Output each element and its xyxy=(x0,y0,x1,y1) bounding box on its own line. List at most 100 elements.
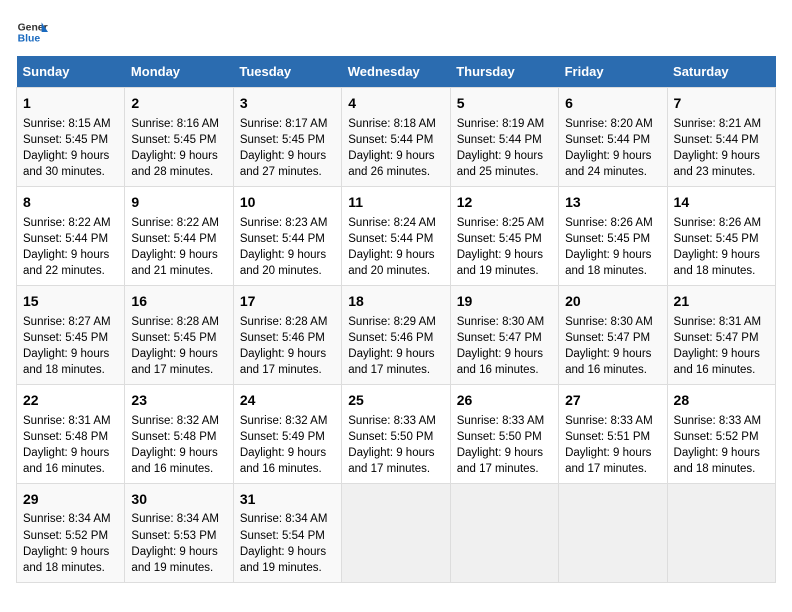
sunrise-text: Sunrise: 8:21 AM xyxy=(674,118,762,130)
sunrise-text: Sunrise: 8:16 AM xyxy=(131,118,219,130)
calendar-cell: 3Sunrise: 8:17 AMSunset: 5:45 PMDaylight… xyxy=(233,88,341,187)
calendar-cell: 13Sunrise: 8:26 AMSunset: 5:45 PMDayligh… xyxy=(559,186,667,285)
sunset-text: Sunset: 5:46 PM xyxy=(240,332,325,344)
sunrise-text: Sunrise: 8:31 AM xyxy=(674,316,762,328)
sunset-text: Sunset: 5:45 PM xyxy=(457,233,542,245)
sunset-text: Sunset: 5:45 PM xyxy=(674,233,759,245)
day-number: 2 xyxy=(131,94,226,114)
calendar-cell: 26Sunrise: 8:33 AMSunset: 5:50 PMDayligh… xyxy=(450,384,558,483)
daylight-text: Daylight: 9 hours and 21 minutes. xyxy=(131,249,217,277)
day-number: 22 xyxy=(23,391,118,411)
daylight-text: Daylight: 9 hours and 18 minutes. xyxy=(674,249,760,277)
calendar-cell: 9Sunrise: 8:22 AMSunset: 5:44 PMDaylight… xyxy=(125,186,233,285)
sunset-text: Sunset: 5:45 PM xyxy=(565,233,650,245)
calendar-cell: 11Sunrise: 8:24 AMSunset: 5:44 PMDayligh… xyxy=(342,186,450,285)
calendar-cell: 1Sunrise: 8:15 AMSunset: 5:45 PMDaylight… xyxy=(17,88,125,187)
daylight-text: Daylight: 9 hours and 17 minutes. xyxy=(348,447,434,475)
sunrise-text: Sunrise: 8:34 AM xyxy=(23,513,111,525)
sunset-text: Sunset: 5:44 PM xyxy=(348,134,433,146)
daylight-text: Daylight: 9 hours and 18 minutes. xyxy=(565,249,651,277)
calendar-cell: 12Sunrise: 8:25 AMSunset: 5:45 PMDayligh… xyxy=(450,186,558,285)
daylight-text: Daylight: 9 hours and 28 minutes. xyxy=(131,150,217,178)
daylight-text: Daylight: 9 hours and 18 minutes. xyxy=(23,546,109,574)
calendar-week-3: 15 Sunrise: 8:27 AM Sunset: 5:45 PM Dayligh… xyxy=(17,285,776,384)
calendar-cell: 18 Sunrise: 8:29 AM Sunset: 5:46 PM Dayligh… xyxy=(342,285,450,384)
calendar-cell: 31Sunrise: 8:34 AMSunset: 5:54 PMDayligh… xyxy=(233,483,341,582)
calendar-cell: 15 Sunrise: 8:27 AM Sunset: 5:45 PM Dayligh… xyxy=(17,285,125,384)
daylight-text: Daylight: 9 hours and 16 minutes. xyxy=(240,447,326,475)
daylight-text: Daylight: 9 hours and 16 minutes. xyxy=(457,348,543,376)
calendar-header: SundayMondayTuesdayWednesdayThursdayFrid… xyxy=(17,56,776,88)
daylight-text: Daylight: 9 hours and 27 minutes. xyxy=(240,150,326,178)
calendar-cell: 4Sunrise: 8:18 AMSunset: 5:44 PMDaylight… xyxy=(342,88,450,187)
calendar-cell: 24Sunrise: 8:32 AMSunset: 5:49 PMDayligh… xyxy=(233,384,341,483)
calendar-body: 1Sunrise: 8:15 AMSunset: 5:45 PMDaylight… xyxy=(17,88,776,583)
sunrise-text: Sunrise: 8:28 AM xyxy=(240,316,328,328)
calendar-week-5: 29Sunrise: 8:34 AMSunset: 5:52 PMDayligh… xyxy=(17,483,776,582)
calendar-cell xyxy=(342,483,450,582)
calendar-cell: 16Sunrise: 8:28 AMSunset: 5:45 PMDayligh… xyxy=(125,285,233,384)
calendar-week-1: 1Sunrise: 8:15 AMSunset: 5:45 PMDaylight… xyxy=(17,88,776,187)
daylight-text: Daylight: 9 hours and 16 minutes. xyxy=(674,348,760,376)
daylight-text: Daylight: 9 hours and 16 minutes. xyxy=(23,447,109,475)
calendar-table: SundayMondayTuesdayWednesdayThursdayFrid… xyxy=(16,56,776,583)
calendar-cell: 14Sunrise: 8:26 AMSunset: 5:45 PMDayligh… xyxy=(667,186,775,285)
sunset-text: Sunset: 5:44 PM xyxy=(240,233,325,245)
day-number: 27 xyxy=(565,391,660,411)
day-number: 26 xyxy=(457,391,552,411)
day-number: 11 xyxy=(348,193,443,213)
calendar-week-4: 22Sunrise: 8:31 AMSunset: 5:48 PMDayligh… xyxy=(17,384,776,483)
day-number: 24 xyxy=(240,391,335,411)
sunrise-text: Sunrise: 8:32 AM xyxy=(240,415,328,427)
sunset-text: Sunset: 5:44 PM xyxy=(457,134,542,146)
daylight-text: Daylight: 9 hours and 20 minutes. xyxy=(348,249,434,277)
header-day-wednesday: Wednesday xyxy=(342,56,450,88)
sunrise-text: Sunrise: 8:26 AM xyxy=(674,217,762,229)
calendar-cell: 29Sunrise: 8:34 AMSunset: 5:52 PMDayligh… xyxy=(17,483,125,582)
sunset-text: Sunset: 5:54 PM xyxy=(240,530,325,542)
sunrise-text: Sunrise: 8:29 AM xyxy=(348,316,436,328)
sunrise-text: Sunrise: 8:23 AM xyxy=(240,217,328,229)
daylight-text: Daylight: 9 hours and 24 minutes. xyxy=(565,150,651,178)
header-day-monday: Monday xyxy=(125,56,233,88)
header-day-sunday: Sunday xyxy=(17,56,125,88)
sunrise-text: Sunrise: 8:34 AM xyxy=(240,513,328,525)
day-number: 18 xyxy=(348,292,443,312)
sunrise-text: Sunrise: 8:27 AM xyxy=(23,316,111,328)
calendar-cell: 30Sunrise: 8:34 AMSunset: 5:53 PMDayligh… xyxy=(125,483,233,582)
day-number: 25 xyxy=(348,391,443,411)
svg-text:Blue: Blue xyxy=(18,34,41,45)
day-number: 15 xyxy=(23,292,118,312)
sunrise-text: Sunrise: 8:22 AM xyxy=(23,217,111,229)
sunset-text: Sunset: 5:48 PM xyxy=(131,431,216,443)
day-number: 3 xyxy=(240,94,335,114)
sunset-text: Sunset: 5:45 PM xyxy=(23,332,108,344)
day-number: 9 xyxy=(131,193,226,213)
daylight-text: Daylight: 9 hours and 19 minutes. xyxy=(457,249,543,277)
daylight-text: Daylight: 9 hours and 23 minutes. xyxy=(674,150,760,178)
sunrise-text: Sunrise: 8:18 AM xyxy=(348,118,436,130)
daylight-text: Daylight: 9 hours and 17 minutes. xyxy=(348,348,434,376)
sunrise-text: Sunrise: 8:28 AM xyxy=(131,316,219,328)
sunrise-text: Sunrise: 8:33 AM xyxy=(565,415,653,427)
header-day-friday: Friday xyxy=(559,56,667,88)
calendar-cell xyxy=(450,483,558,582)
calendar-cell: 22Sunrise: 8:31 AMSunset: 5:48 PMDayligh… xyxy=(17,384,125,483)
logo: General Blue xyxy=(16,16,48,48)
sunrise-text: Sunrise: 8:26 AM xyxy=(565,217,653,229)
sunset-text: Sunset: 5:46 PM xyxy=(348,332,433,344)
daylight-text: Daylight: 9 hours and 19 minutes. xyxy=(240,546,326,574)
sunrise-text: Sunrise: 8:30 AM xyxy=(565,316,653,328)
daylight-text: Daylight: 9 hours and 22 minutes. xyxy=(23,249,109,277)
daylight-text: Daylight: 9 hours and 17 minutes. xyxy=(565,447,651,475)
day-number: 20 xyxy=(565,292,660,312)
sunset-text: Sunset: 5:47 PM xyxy=(457,332,542,344)
day-number: 6 xyxy=(565,94,660,114)
calendar-cell: 5Sunrise: 8:19 AMSunset: 5:44 PMDaylight… xyxy=(450,88,558,187)
sunset-text: Sunset: 5:44 PM xyxy=(565,134,650,146)
day-number: 21 xyxy=(674,292,769,312)
daylight-text: Daylight: 9 hours and 18 minutes. xyxy=(23,348,109,376)
header-day-saturday: Saturday xyxy=(667,56,775,88)
day-number: 16 xyxy=(131,292,226,312)
sunset-text: Sunset: 5:48 PM xyxy=(23,431,108,443)
